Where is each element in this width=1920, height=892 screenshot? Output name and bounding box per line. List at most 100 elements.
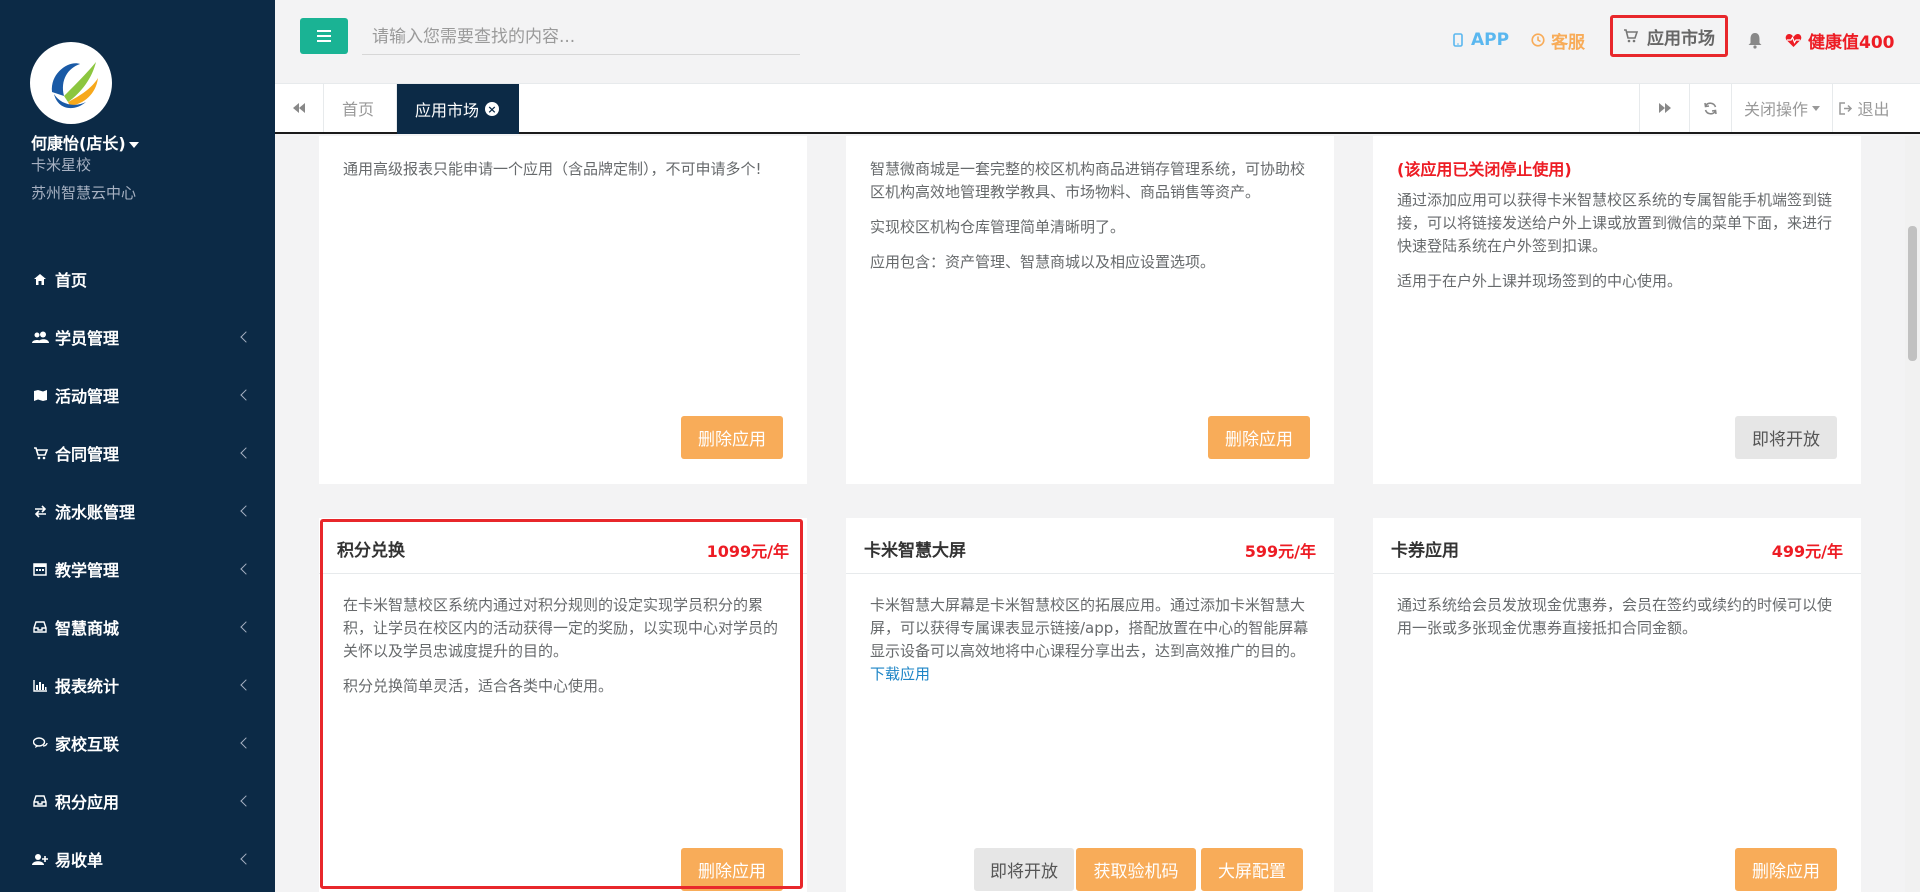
app-link-label: APP [1471, 30, 1510, 50]
app-market-link[interactable]: 应用市场 [1610, 15, 1728, 57]
sidebar-item-label: 流水账管理 [55, 503, 136, 522]
sidebar-item-points[interactable]: 积分应用 [0, 772, 275, 830]
app-card-text: 应用包含：资产管理、智慧商城以及相应设置选项。 [870, 253, 1216, 271]
sidebar-item-label: 智慧商城 [55, 619, 120, 638]
search-input[interactable] [362, 19, 800, 55]
caret-down-icon [128, 141, 139, 148]
sidebar-item-students[interactable]: 学员管理 [0, 308, 275, 366]
top-navbar: APP 客服 应用市场 健康值400 [275, 0, 1920, 84]
app-card-smart-screen: 卡米智慧大屏 599元/年 卡米智慧大屏幕是卡米智慧校区的拓展应用。通过添加卡米… [846, 518, 1334, 892]
center-name: 苏州智慧云中心 [31, 184, 137, 202]
coming-soon-label: 即将开放 [990, 862, 1058, 882]
sidebar-item-home[interactable]: 首页 [0, 250, 275, 308]
tab-home[interactable]: 首页 [324, 84, 397, 132]
chevron-left-icon [240, 679, 252, 691]
hamburger-icon [317, 30, 331, 42]
get-verification-code-button[interactable]: 获取验机码 [1076, 848, 1196, 891]
sidebar-item-label: 积分应用 [55, 793, 120, 812]
app-card-text: 通过系统给会员发放现金优惠券，会员在签约或续约的时候可以使用一张或多张现金优惠券… [1397, 596, 1833, 637]
app-closed-notice: (该应用已关闭停止使用) [1397, 160, 1572, 179]
tab-scroll-right-button[interactable] [1639, 84, 1689, 132]
chevron-left-icon [240, 331, 252, 343]
inbox-icon [31, 793, 49, 809]
sidebar-item-home-school[interactable]: 家校互联 [0, 714, 275, 772]
app-card-header: 卡米智慧大屏 599元/年 [846, 518, 1334, 574]
tab-app-market-label: 应用市场 [415, 101, 480, 120]
app-link[interactable]: APP [1453, 20, 1509, 60]
app-card-smart-mall: 智慧微商城是一套完整的校区机构商品进销存管理系统，可协助校区机构高效地管理教学教… [846, 136, 1334, 484]
app-card-text: 通过添加应用可以获得卡米智慧校区系统的专属智能手机端签到链接，可以将链接发送给户… [1397, 191, 1833, 255]
sidebar-item-label: 合同管理 [55, 445, 120, 464]
user-name-dropdown[interactable]: 何康怡(店长) [31, 130, 139, 154]
delete-app-label: 删除应用 [1225, 430, 1293, 450]
app-card-description: 卡米智慧大屏幕是卡米智慧校区的拓展应用。通过添加卡米智慧大屏，可以获得专属课表显… [846, 574, 1334, 714]
tab-home-label: 首页 [342, 100, 375, 119]
sidebar-nav: 首页 学员管理 活动管理 合同管理 流水账管理 教学管理 智慧商城 报表统计 家… [0, 250, 275, 888]
sidebar-item-ledger[interactable]: 流水账管理 [0, 482, 275, 540]
sidebar-item-activities[interactable]: 活动管理 [0, 366, 275, 424]
user-name: 何康怡(店长) [31, 134, 126, 153]
inbox-icon [31, 619, 49, 635]
logo [30, 42, 112, 124]
sidebar-item-label: 活动管理 [55, 387, 120, 406]
coming-soon-button[interactable]: 即将开放 [974, 848, 1074, 891]
clock-icon [1531, 33, 1545, 47]
screen-config-button[interactable]: 大屏配置 [1201, 848, 1303, 891]
chevron-left-icon [240, 447, 252, 459]
close-tab-icon[interactable]: × [485, 102, 500, 116]
app-card-description: 通用高级报表只能申请一个应用（含品牌定制），不可申请多个! [319, 136, 807, 209]
sidebar-item-label: 教学管理 [55, 561, 120, 580]
forward-icon [1658, 103, 1671, 113]
app-card-price: 499元/年 [1771, 542, 1843, 561]
sidebar-item-mall[interactable]: 智慧商城 [0, 598, 275, 656]
school-name: 卡米星校 [31, 156, 92, 174]
app-card-text: 适用于在户外上课并现场签到的中心使用。 [1397, 272, 1683, 290]
map-icon [31, 387, 49, 403]
calendar-icon [31, 561, 49, 577]
customer-service-link[interactable]: 客服 [1531, 20, 1585, 60]
delete-app-label: 删除应用 [698, 430, 766, 450]
bar-chart-icon [31, 677, 49, 693]
logout-label: 退出 [1857, 100, 1890, 119]
app-market-content: 通用高级报表只能申请一个应用（含品牌定制），不可申请多个! 删除应用 智慧微商城… [275, 136, 1905, 892]
logout-button[interactable]: 退出 [1832, 84, 1896, 132]
delete-app-button[interactable]: 删除应用 [1208, 416, 1310, 459]
app-card-title: 卡米智慧大屏 [864, 541, 966, 561]
chevron-left-icon [240, 563, 252, 575]
app-card-text: 通用高级报表只能申请一个应用（含品牌定制），不可申请多个! [343, 160, 762, 178]
notifications-button[interactable] [1747, 20, 1763, 60]
screen-config-label: 大屏配置 [1218, 862, 1286, 882]
delete-app-button[interactable]: 删除应用 [1735, 848, 1837, 891]
app-card-description: (该应用已关闭停止使用) 通过添加应用可以获得卡米智慧校区系统的专属智能手机端签… [1373, 136, 1861, 321]
bell-icon [1748, 32, 1762, 49]
delete-app-button[interactable]: 删除应用 [681, 416, 783, 459]
health-value-label: 健康值400 [1808, 32, 1895, 53]
sidebar-item-teaching[interactable]: 教学管理 [0, 540, 275, 598]
sidebar-item-contracts[interactable]: 合同管理 [0, 424, 275, 482]
heartbeat-icon [1785, 33, 1802, 47]
app-card-title: 卡券应用 [1391, 541, 1459, 561]
tab-bar: 首页 应用市场 × 关闭操作 退出 [275, 84, 1920, 134]
backward-icon [293, 103, 305, 113]
refresh-button[interactable] [1689, 84, 1731, 132]
close-operations-dropdown[interactable]: 关闭操作 [1731, 84, 1832, 132]
download-app-link[interactable]: 下载应用 [870, 665, 930, 683]
health-value-link[interactable]: 健康值400 [1785, 20, 1895, 60]
sidebar-item-easy-receipt[interactable]: 易收单 [0, 830, 275, 888]
sidebar-item-label: 报表统计 [55, 677, 120, 696]
tab-app-market[interactable]: 应用市场 × [397, 84, 519, 134]
chevron-left-icon [240, 737, 252, 749]
caret-down-icon [1812, 105, 1820, 111]
app-card-coupon: 卡券应用 499元/年 通过系统给会员发放现金优惠券，会员在签约或续约的时候可以… [1373, 518, 1861, 892]
sidebar-item-label: 易收单 [55, 851, 104, 870]
cart-icon [1624, 29, 1639, 43]
sidebar-item-reports[interactable]: 报表统计 [0, 656, 275, 714]
page-scrollbar[interactable] [1905, 136, 1920, 892]
menu-toggle-button[interactable] [300, 18, 348, 54]
scrollbar-thumb[interactable] [1908, 226, 1917, 361]
app-card-outdoor-signin: (该应用已关闭停止使用) 通过添加应用可以获得卡米智慧校区系统的专属智能手机端签… [1373, 136, 1861, 484]
coming-soon-label: 即将开放 [1752, 430, 1820, 450]
coming-soon-button[interactable]: 即将开放 [1735, 416, 1837, 459]
tab-scroll-left-button[interactable] [275, 84, 324, 132]
app-card-text: 卡米智慧大屏幕是卡米智慧校区的拓展应用。通过添加卡米智慧大屏，可以获得专属课表显… [870, 596, 1309, 660]
